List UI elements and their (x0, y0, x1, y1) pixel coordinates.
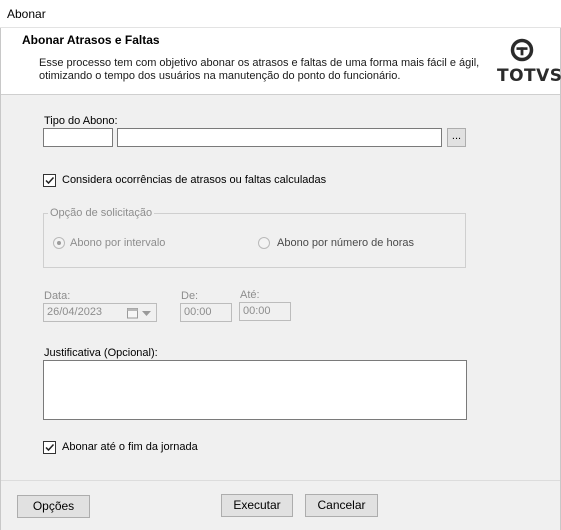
tipo-abono-description-input[interactable] (117, 128, 442, 147)
data-input[interactable]: 26/04/2023 (43, 303, 123, 322)
justificativa-textarea[interactable] (43, 360, 467, 420)
de-time-input[interactable]: 00:00 (180, 303, 232, 322)
ate-label: Até: (240, 289, 260, 301)
title-bar: Abonar (0, 0, 561, 28)
header-panel: Abonar Atrasos e Faltas Esse processo te… (1, 28, 561, 95)
radio-abono-horas[interactable] (258, 237, 270, 249)
options-button[interactable]: Opções (17, 495, 90, 518)
ate-time-input[interactable]: 00:00 (239, 302, 291, 321)
calendar-icon (127, 308, 138, 319)
page-title: Abonar Atrasos e Faltas (22, 33, 160, 47)
justificativa-label: Justificativa (Opcional): (44, 347, 158, 359)
tipo-abono-lookup-button[interactable]: ... (447, 128, 466, 147)
considera-ocorrencias-checkbox[interactable] (43, 174, 56, 187)
fim-jornada-checkbox[interactable] (43, 441, 56, 454)
considera-ocorrencias-label[interactable]: Considera ocorrências de atrasos ou falt… (62, 174, 326, 186)
window-left-border (0, 28, 1, 530)
description-line-1: Esse processo tem com objetivo abonar os… (39, 57, 480, 69)
date-picker-button[interactable] (122, 303, 157, 322)
radio-selected-dot (57, 241, 61, 245)
radio-abono-intervalo[interactable] (53, 237, 65, 249)
opcao-solicitacao-title: Opção de solicitação (48, 207, 155, 219)
cancel-button[interactable]: Cancelar (305, 494, 378, 517)
data-label: Data: (44, 290, 71, 302)
totvs-logo: TOTVS (495, 36, 561, 86)
description-line-2: otimizando o tempo dos usuários na manut… (39, 70, 401, 82)
radio-abono-intervalo-label[interactable]: Abono por intervalo (70, 237, 165, 249)
checkmark-icon (45, 176, 55, 185)
tipo-abono-code-input[interactable] (43, 128, 113, 147)
logo-text: TOTVS (497, 66, 561, 86)
de-label: De: (181, 290, 199, 302)
tipo-abono-label: Tipo do Abono: (44, 115, 118, 127)
execute-button[interactable]: Executar (221, 494, 293, 517)
fim-jornada-label[interactable]: Abonar até o fim da jornada (62, 441, 198, 453)
window-title: Abonar (7, 7, 46, 21)
chevron-down-icon (142, 311, 151, 316)
radio-abono-horas-label[interactable]: Abono por número de horas (277, 237, 414, 249)
totvs-logo-icon (510, 38, 534, 62)
checkmark-icon (45, 443, 55, 452)
footer-divider (1, 480, 560, 481)
page-description: Esse processo tem com objetivo abonar os… (39, 57, 489, 83)
